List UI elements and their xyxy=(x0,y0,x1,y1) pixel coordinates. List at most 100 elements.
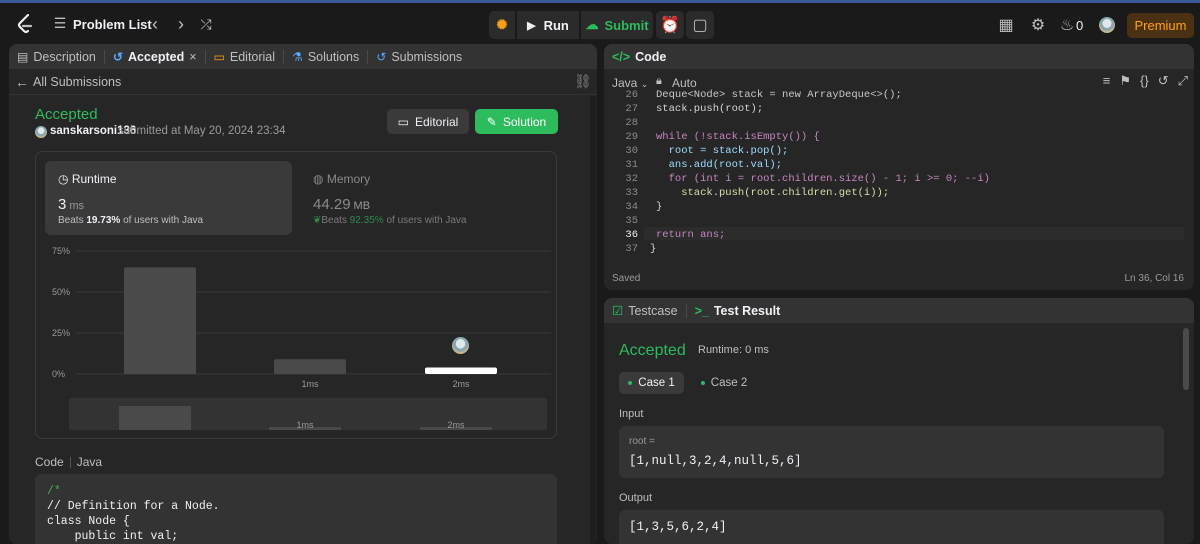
document-icon: ▤ xyxy=(17,49,29,64)
all-submissions-link[interactable]: All Submissions xyxy=(33,75,121,89)
code-line: stack.push(root.children.get(i)); xyxy=(656,187,890,199)
tab-label: Submissions xyxy=(391,49,463,64)
y-tick-label: 50% xyxy=(52,287,70,297)
code-section-header: Code Java xyxy=(35,455,102,469)
case-tab-2[interactable]: Case 2 xyxy=(694,372,754,394)
code-line: stack.push(root); xyxy=(656,103,764,115)
x-tick-label: 2ms xyxy=(452,379,470,389)
case-tab-1[interactable]: Case 1 xyxy=(619,372,684,394)
premium-button[interactable]: Premium xyxy=(1127,13,1194,38)
overview-bar xyxy=(119,406,191,430)
reset-icon[interactable]: ↺ xyxy=(1158,73,1169,89)
submit-button[interactable]: ☁ Submit xyxy=(581,11,653,39)
y-tick-label: 0% xyxy=(52,369,65,379)
overview-label: 1ms xyxy=(296,420,314,430)
book-icon: ▭ xyxy=(397,114,409,129)
memory-chip-icon: ◍ xyxy=(313,172,324,186)
code-line: Deque<Node> stack = new ArrayDeque<>(); xyxy=(656,89,902,101)
line-number: 34 xyxy=(625,201,638,213)
code-line: root = stack.pop(); xyxy=(656,145,789,157)
note-icon[interactable]: ▢ xyxy=(686,11,714,39)
tab-editorial[interactable]: ▭ Editorial xyxy=(206,44,284,69)
chevron-down-icon: ⌄ xyxy=(640,79,649,89)
tab-submissions[interactable]: ↺ Submissions xyxy=(368,44,470,69)
beats-suffix: of users with Java xyxy=(386,215,467,226)
chevron-right-icon[interactable]: › xyxy=(172,14,190,34)
code-line: // Definition for a Node. xyxy=(47,500,220,513)
fullscreen-icon[interactable]: ⤢ xyxy=(1178,73,1188,89)
language-value: Java xyxy=(612,76,638,90)
code-line: class Node { xyxy=(47,515,130,528)
code-section-language: Java xyxy=(76,455,103,469)
code-editor-panel: </> Code Java ⌄ 🔒︎ Auto ≡ ⚑ {} ↺ ⤢ 26 Deq… xyxy=(604,44,1194,290)
run-submit-group: ✺ ▶ Run ☁ Submit xyxy=(489,11,653,39)
bar xyxy=(425,367,497,374)
checkbox-icon: ☑ xyxy=(612,304,624,318)
alarm-clock-icon[interactable]: ⏰ xyxy=(656,11,684,39)
debug-button[interactable]: ✺ xyxy=(489,11,515,39)
runtime-label-text: Runtime xyxy=(71,172,117,186)
close-icon[interactable]: × xyxy=(189,50,196,64)
code-line: } xyxy=(656,201,663,213)
language-select[interactable]: Java ⌄ xyxy=(612,76,648,90)
tab-test-result[interactable]: >_ Test Result xyxy=(687,298,789,323)
fire-icon[interactable]: ♨ xyxy=(1058,15,1076,35)
avatar xyxy=(35,126,47,138)
terminal-icon: >_ xyxy=(694,303,709,318)
grid-icon[interactable]: ▦ xyxy=(996,15,1016,35)
code-tab-bar: </> Code xyxy=(604,44,1194,69)
scrollbar[interactable] xyxy=(590,96,596,544)
top-navbar: ☰ Problem List ‹ › ⤮ ✺ ▶ Run ☁ Submit ⏰ ▢ … xyxy=(0,0,1200,44)
leetcode-logo-icon[interactable] xyxy=(14,13,36,35)
tab-label: Code xyxy=(635,49,667,64)
bookmark-icon[interactable]: ⚑ xyxy=(1119,73,1131,89)
tab-label: Editorial xyxy=(229,49,276,64)
cloud-upload-icon: ☁ xyxy=(585,17,599,32)
arrow-left-icon[interactable]: ← xyxy=(15,74,29,90)
solution-label: Solution xyxy=(502,114,547,129)
memory-label[interactable]: ◍ Memory xyxy=(313,172,370,186)
tab-description[interactable]: ▤ Description xyxy=(9,44,104,69)
runtime-distribution-chart[interactable]: 75% 50% 25% 0% 1ms 2ms 1ms 2ms xyxy=(36,240,556,440)
submitted-time: submitted at May 20, 2024 23:34 xyxy=(118,125,286,137)
runtime-beats: Beats 19.73% of users with Java xyxy=(58,215,203,226)
shuffle-icon[interactable]: ⤮ xyxy=(196,14,216,34)
scrollbar[interactable] xyxy=(1183,328,1189,390)
tab-accepted[interactable]: ↺ Accepted × xyxy=(105,44,205,69)
lock-icon: 🔒︎ xyxy=(656,75,662,87)
chevron-left-icon[interactable]: ‹ xyxy=(146,14,164,34)
solution-button[interactable]: ✎ Solution xyxy=(475,109,558,134)
problem-list-icon[interactable]: ☰ xyxy=(52,15,68,31)
braces-icon[interactable]: {} xyxy=(1140,73,1149,89)
editorial-button[interactable]: ▭ Editorial xyxy=(387,109,469,134)
input-label: Input xyxy=(619,408,644,420)
left-tab-bar: ▤ Description ↺ Accepted × ▭ Editorial ⚗ Solu… xyxy=(9,44,597,69)
submitted-code: /*// Definition for a Node. class Node { … xyxy=(35,474,557,544)
streak-count: 0 xyxy=(1076,18,1084,33)
line-number: 37 xyxy=(625,243,638,255)
gear-icon[interactable]: ⚙ xyxy=(1028,15,1048,35)
link-icon[interactable]: ⛓ xyxy=(574,73,592,90)
runtime-value: 3 ms xyxy=(58,196,84,213)
avatar[interactable] xyxy=(1099,17,1115,33)
code-line: } xyxy=(650,243,657,255)
run-button[interactable]: ▶ Run xyxy=(517,11,579,39)
code-editor[interactable]: 26 Deque<Node> stack = new ArrayDeque<>(… xyxy=(604,89,1194,259)
code-line: while (!stack.isEmpty()) { xyxy=(656,131,820,143)
tab-code[interactable]: </> Code xyxy=(604,44,674,69)
format-icon[interactable]: ≡ xyxy=(1103,73,1111,89)
output-box: [1,3,5,6,2,4] xyxy=(619,510,1164,544)
auto-mode[interactable]: Auto xyxy=(672,76,697,90)
bug-icon: ✺ xyxy=(496,17,508,32)
tab-solutions[interactable]: ⚗ Solutions xyxy=(284,44,367,69)
editorial-label: Editorial xyxy=(414,114,459,129)
y-tick-label: 75% xyxy=(52,246,70,256)
saved-status: Saved xyxy=(612,273,641,284)
play-icon: ▶ xyxy=(527,19,536,32)
code-icon: </> xyxy=(612,49,631,64)
tab-testcase[interactable]: ☑ Testcase xyxy=(604,298,686,323)
line-number: 31 xyxy=(625,159,638,171)
memory-number: 44.29 xyxy=(313,196,351,213)
problem-list-link[interactable]: Problem List xyxy=(73,17,152,32)
beats-prefix: Beats xyxy=(58,215,84,226)
